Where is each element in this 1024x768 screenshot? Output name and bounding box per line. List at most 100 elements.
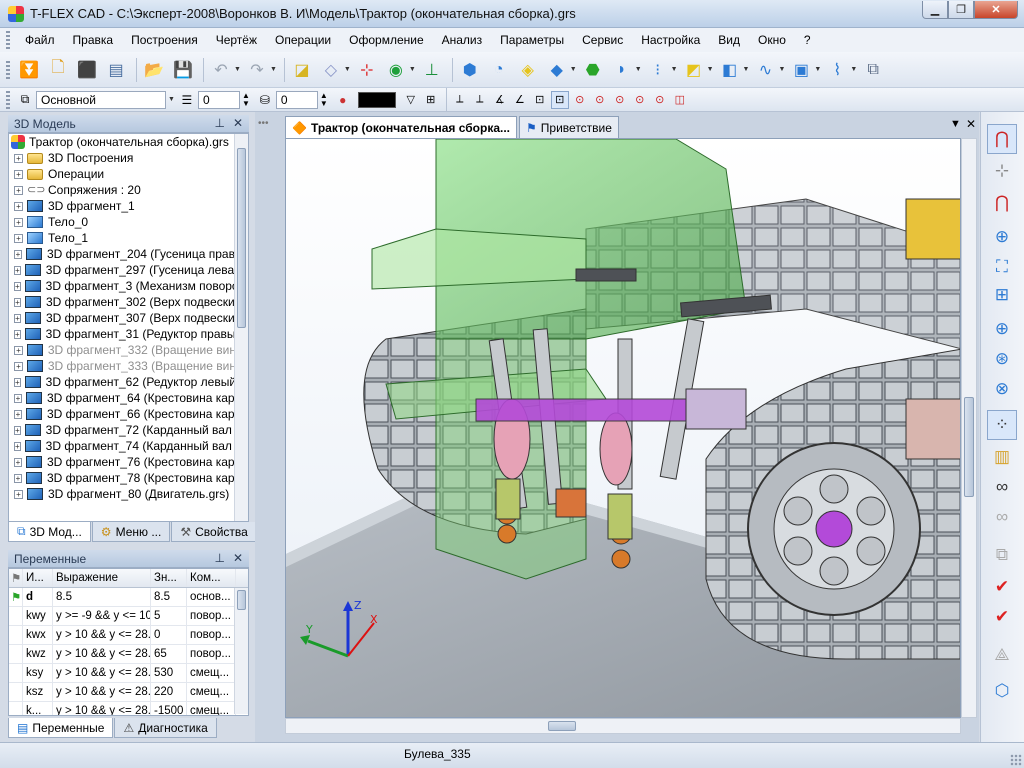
var-expression[interactable]: 8.5 — [53, 588, 151, 606]
variable-row[interactable]: ksy y > 10 && y <= 28.... 530 смещ... — [9, 664, 248, 683]
select-mode-icon[interactable]: ⁘ — [987, 410, 1017, 440]
view-cube-icon[interactable]: ⬡ — [987, 676, 1017, 706]
expand-icon[interactable]: + — [14, 233, 23, 243]
sweep-icon[interactable]: ◆ — [544, 57, 570, 83]
var-comment[interactable]: смещ... — [187, 702, 236, 715]
snap-face-icon[interactable]: ∡ — [491, 91, 509, 109]
loft-icon[interactable]: ◈ — [515, 57, 541, 83]
snap-circle-icon[interactable]: ⊙ — [571, 91, 589, 109]
variable-row[interactable]: kwy y >= -9 && y <= 10... 5 повор... — [9, 607, 248, 626]
vars-scrollbar[interactable] — [234, 588, 248, 714]
menu-edit[interactable]: Правка — [64, 29, 123, 51]
variable-row[interactable]: ⚑ d 8.5 8.5 основ... — [9, 588, 248, 607]
var-value[interactable]: 530 — [151, 664, 187, 682]
var-name[interactable]: kwy — [23, 607, 53, 625]
tree-scrollbar[interactable] — [234, 134, 248, 521]
coordinate-system-icon[interactable]: ⊥ — [419, 57, 445, 83]
menu-operations[interactable]: Операции — [266, 29, 340, 51]
tree-item[interactable]: +3D фрагмент_74 (Карданный вал 2.g — [9, 438, 248, 454]
tree-root[interactable]: Трактор (окончательная сборка).grs — [9, 134, 248, 150]
toolbar2-grip[interactable] — [6, 90, 10, 109]
expand-icon[interactable]: + — [14, 265, 21, 275]
maximize-button[interactable]: ❐ — [948, 1, 974, 19]
var-value[interactable]: 8.5 — [151, 588, 187, 606]
zoom-pan-icon[interactable]: ⊛ — [987, 344, 1017, 374]
tab-variables[interactable]: ▤ Переменные — [8, 718, 114, 738]
surface-icon[interactable]: ⌇ — [824, 57, 850, 83]
close-button[interactable]: ✕ — [974, 1, 1018, 19]
tree-item[interactable]: +3D фрагмент_332 (Вращение винта — [9, 342, 248, 358]
tab-3d-model[interactable]: ⧉ 3D Мод... — [8, 522, 91, 542]
tree-item[interactable]: + Операции — [9, 166, 248, 182]
viewport-hscroll-thumb[interactable] — [548, 721, 576, 731]
layer-spinner[interactable]: ▲ ▼ — [242, 91, 250, 108]
save-file-icon[interactable]: 💾 — [170, 57, 196, 83]
var-comment[interactable]: повор... — [187, 607, 236, 625]
panel-close-icon[interactable]: ✕ — [233, 116, 243, 130]
snap-solid-icon[interactable]: ◫ — [671, 91, 689, 109]
var-expression[interactable]: y > 10 && y <= 28.... — [53, 664, 151, 682]
viewport-hscrollbar[interactable] — [285, 718, 961, 734]
3d-node-icon[interactable]: ⊹ — [354, 57, 380, 83]
tree-item[interactable]: +3D фрагмент_66 (Крестовина карда — [9, 406, 248, 422]
undo-icon[interactable]: ↶ — [208, 57, 234, 83]
level-field[interactable]: 0 — [275, 90, 318, 109]
tree-item[interactable]: +3D фрагмент_78 (Крестовина карда — [9, 470, 248, 486]
3d-profile-icon[interactable]: ◇ — [318, 57, 344, 83]
col-comment[interactable]: Ком... — [187, 569, 236, 587]
double-chevron-icon[interactable]: ⏬ — [16, 57, 42, 83]
snap-circle2-icon[interactable]: ⊙ — [591, 91, 609, 109]
color-swatch[interactable] — [357, 91, 396, 108]
menu-drawing[interactable]: Чертёж — [207, 29, 266, 51]
expand-icon[interactable]: + — [14, 313, 21, 323]
var-value[interactable]: -1500 — [151, 702, 187, 715]
array-icon[interactable]: ⁝ — [645, 57, 671, 83]
expand-icon[interactable]: + — [14, 345, 23, 355]
tree-item[interactable]: +3D фрагмент_302 (Верх подвески (с — [9, 294, 248, 310]
expand-icon[interactable]: + — [14, 393, 22, 403]
var-name[interactable]: ksy — [23, 664, 53, 682]
tree-item[interactable]: +3D фрагмент_64 (Крестовина карда — [9, 390, 248, 406]
zoom-window-icon[interactable]: ⊕ — [987, 222, 1017, 252]
var-value[interactable]: 0 — [151, 626, 187, 644]
tree-item[interactable]: + Тело_0 — [9, 214, 248, 230]
snap-edge-icon[interactable]: ⟂ — [471, 91, 489, 109]
menubar-grip[interactable] — [6, 31, 10, 49]
tree-item[interactable]: +3D Построения — [9, 150, 248, 166]
expand-icon[interactable]: + — [14, 425, 21, 435]
check-icon[interactable]: ✔ — [987, 572, 1017, 602]
var-expression[interactable]: y >= -9 && y <= 10... — [53, 607, 151, 625]
toolbar-grip[interactable] — [6, 60, 10, 79]
menu-settings[interactable]: Настройка — [632, 29, 709, 51]
snap-box-active-icon[interactable]: ⊡ — [550, 90, 569, 109]
viewport-vscroll-thumb[interactable] — [964, 397, 974, 497]
tree-item[interactable]: + ⊂⊃ Сопряжения : 20 — [9, 182, 248, 198]
tree-item[interactable]: +3D фрагмент_307 (Верх подвески (с — [9, 310, 248, 326]
menu-service[interactable]: Сервис — [573, 29, 632, 51]
new-document-icon[interactable]: 🗋 — [45, 57, 71, 83]
tab-properties[interactable]: ⚒ Свойства — [171, 522, 257, 542]
var-comment[interactable]: смещ... — [187, 664, 236, 682]
spline-icon[interactable]: ∿ — [752, 57, 778, 83]
var-name[interactable]: ksz — [23, 683, 53, 701]
col-name[interactable]: И... — [23, 569, 53, 587]
shell-icon[interactable]: ◩ — [681, 57, 707, 83]
snap-node-icon[interactable]: ⟂ — [451, 91, 469, 109]
menu-construct[interactable]: Построения — [122, 29, 207, 51]
snap-vertex-icon[interactable]: ∠ — [511, 91, 529, 109]
level-spinner[interactable]: ▲ ▼ — [320, 91, 328, 108]
body-check-icon[interactable]: ⧉ — [860, 57, 886, 83]
zoom-fit-icon[interactable]: ⛶ — [987, 252, 1017, 282]
workplane-icon[interactable]: ◪ — [289, 57, 315, 83]
variable-row[interactable]: ksz y > 10 && y <= 28.... 220 смещ... — [9, 683, 248, 702]
tree-item[interactable]: +3D фрагмент_72 (Карданный вал 2.g — [9, 422, 248, 438]
tree-item[interactable]: +3D фрагмент_76 (Крестовина карда — [9, 454, 248, 470]
tree-item[interactable]: +3D фрагмент_1 — [9, 198, 248, 214]
section-icon[interactable]: ⟁ — [987, 640, 1017, 670]
tab-menu[interactable]: ⚙ Меню ... — [91, 522, 171, 542]
var-value[interactable]: 220 — [151, 683, 187, 701]
expand-icon[interactable]: + — [14, 457, 22, 467]
menu-file[interactable]: Файл — [16, 29, 64, 51]
variable-row[interactable]: k... y > 10 && y <= 28... -1500 смещ... — [9, 702, 248, 715]
filter-icon[interactable]: ▽ — [402, 91, 420, 109]
